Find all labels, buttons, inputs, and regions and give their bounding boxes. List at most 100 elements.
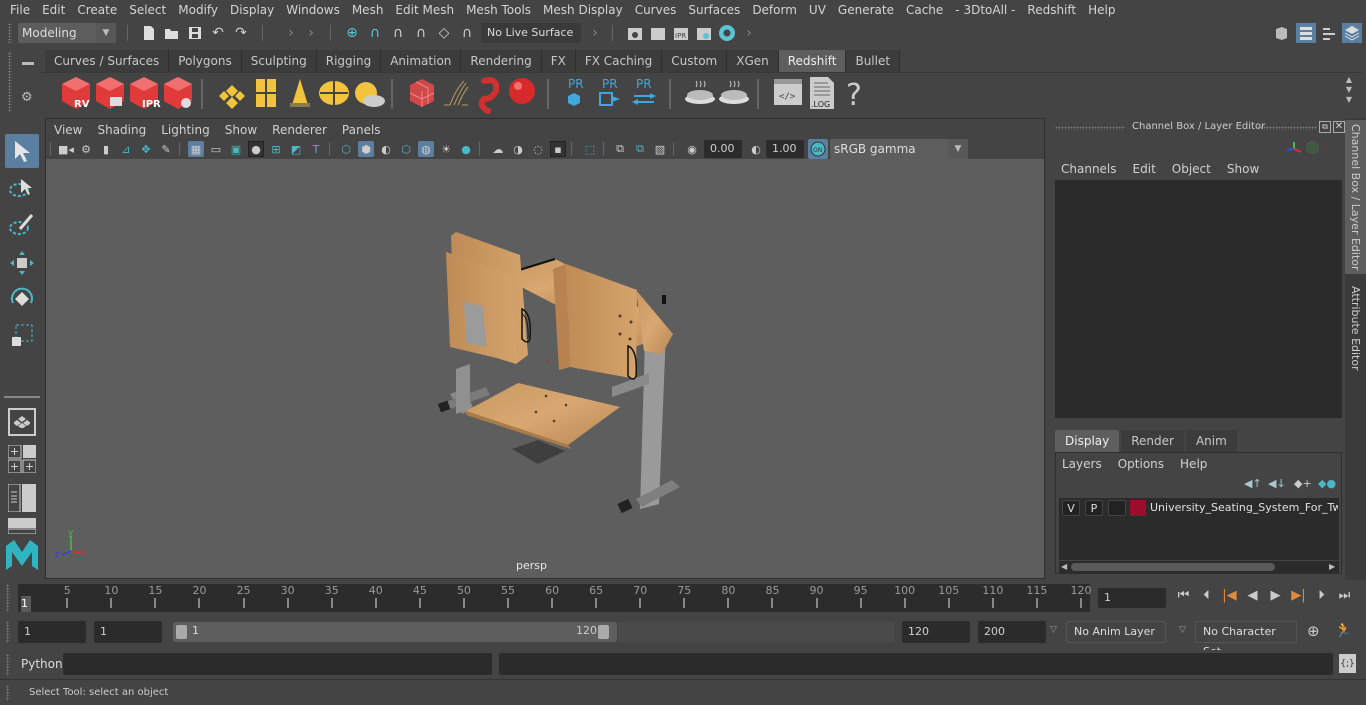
layer-tab-anim[interactable]: Anim <box>1185 430 1237 452</box>
range-grip[interactable] <box>6 621 10 643</box>
character-set-dropdown[interactable]: No Character Set <box>1195 621 1297 658</box>
rs-volume-button[interactable] <box>409 79 435 107</box>
lasso-tool-button[interactable] <box>5 172 39 206</box>
channel-menu-channels[interactable]: Channels <box>1061 162 1117 176</box>
rs-ipr-button[interactable]: IPR <box>130 77 161 110</box>
image-plane-icon[interactable]: ⊿ <box>118 141 134 157</box>
four-view-layout-button[interactable] <box>7 444 37 474</box>
close-icon[interactable]: ✕ <box>1333 121 1345 133</box>
shelf-tab-fx-caching[interactable]: FX Caching <box>575 50 663 72</box>
use-all-lights-icon[interactable]: ☀ <box>438 141 454 157</box>
layer-menu-layers[interactable]: Layers <box>1062 457 1102 471</box>
channel-box-icon[interactable] <box>1342 23 1362 43</box>
anim-layer-dropdown[interactable]: No Anim Layer <box>1066 621 1166 643</box>
resolution-gate-icon[interactable]: ▣ <box>228 141 244 157</box>
rs-sun-sky-button[interactable] <box>355 82 385 107</box>
new-layer-icon[interactable]: ◆+ <box>1294 477 1312 490</box>
bookmark-icon[interactable]: ▮ <box>98 141 114 157</box>
end-time-field[interactable]: 200 <box>978 621 1046 643</box>
menu-uv[interactable]: UV <box>803 0 832 20</box>
float-panel-icon[interactable]: ⧉ <box>1319 121 1331 133</box>
wireframe-icon[interactable]: ⬡ <box>338 141 354 157</box>
menu-generate[interactable]: Generate <box>832 0 900 20</box>
channel-key-icon[interactable]: ⁄ <box>1325 140 1327 154</box>
menu-help[interactable]: Help <box>1082 0 1121 20</box>
gate-mask-icon[interactable]: ● <box>248 141 264 157</box>
smooth-shade-icon[interactable]: ⬢ <box>358 141 374 157</box>
select-tool-button[interactable] <box>5 134 39 168</box>
attribute-editor-icon[interactable] <box>1296 23 1316 43</box>
snap-curve-icon[interactable]: ∩ <box>366 24 384 42</box>
shelf-tab-redshift[interactable]: Redshift <box>778 50 847 72</box>
color-management-toggle[interactable]: ON <box>808 139 828 159</box>
menu-edit[interactable]: Edit <box>36 0 71 20</box>
rs-batch-render-button[interactable] <box>96 77 124 109</box>
viewport-menu-shading[interactable]: Shading <box>97 119 154 139</box>
play-forwards-icon[interactable]: ▶ <box>1266 588 1285 603</box>
color-space-dropdown[interactable]: sRGB gamma ▼ <box>830 139 968 159</box>
script-editor-icon[interactable]: {;} <box>1339 654 1356 673</box>
xray-components-icon[interactable]: ▧ <box>652 141 668 157</box>
rs-proxy-export-button[interactable]: PR <box>568 77 584 106</box>
rs-hair-button[interactable] <box>444 80 469 106</box>
menu-deform[interactable]: Deform <box>746 0 803 20</box>
3d-viewport[interactable]: y x z persp <box>46 159 1044 578</box>
collapse-arrow-icon[interactable]: › <box>740 24 758 42</box>
xray-icon[interactable]: ⧉ <box>612 141 628 157</box>
gamma-field[interactable]: 1.00 <box>766 140 804 158</box>
layer-name[interactable]: University_Seating_System_For_Two_ <box>1150 500 1338 516</box>
layer-color-swatch[interactable] <box>1130 500 1146 516</box>
side-tab-channel-box[interactable]: Channel Box / Layer Editor <box>1345 120 1366 274</box>
menu-mesh[interactable]: Mesh <box>346 0 390 20</box>
camera-icon[interactable]: ■◂ <box>58 141 74 157</box>
depth-of-field-icon[interactable]: ▪ <box>550 141 566 157</box>
range-end-handle[interactable] <box>598 625 609 639</box>
layer-tab-render[interactable]: Render <box>1121 430 1184 452</box>
outliner-persp-layout-button[interactable] <box>7 483 36 513</box>
move-layer-down-icon[interactable]: ◀↓ <box>1268 477 1286 490</box>
menu-mesh-tools[interactable]: Mesh Tools <box>460 0 537 20</box>
layer-visibility-toggle[interactable]: V <box>1062 500 1080 516</box>
snap-view-plane-icon[interactable]: ◇ <box>435 24 453 42</box>
snap-point-icon[interactable]: ∩ <box>389 24 407 42</box>
channel-menu-object[interactable]: Object <box>1172 162 1211 176</box>
layer-scrollbar[interactable]: ◀ ▶ <box>1059 561 1339 573</box>
scroll-right-icon[interactable]: ▶ <box>1329 562 1335 571</box>
collapse-arrow-icon[interactable]: › <box>586 24 604 42</box>
menu-mesh-display[interactable]: Mesh Display <box>537 0 629 20</box>
motion-blur-icon[interactable]: ◑ <box>510 141 526 157</box>
single-perspective-layout-button[interactable] <box>8 408 36 436</box>
animation-preferences-icon[interactable]: 🏃 <box>1334 621 1353 639</box>
time-slider-grip[interactable] <box>6 584 10 612</box>
render-view-icon[interactable] <box>626 24 644 42</box>
field-chart-icon[interactable]: ⊞ <box>268 141 284 157</box>
helpline-grip[interactable] <box>6 685 10 701</box>
step-back-key-icon[interactable]: |◀ <box>1220 588 1239 603</box>
character-set-arrow-icon[interactable]: ▽ <box>1179 625 1186 635</box>
panel-grip[interactable] <box>1055 126 1125 130</box>
make-live-icon[interactable]: ∩ <box>458 24 476 42</box>
redo-icon[interactable]: ↷ <box>232 24 250 42</box>
scale-tool-button[interactable] <box>5 318 39 352</box>
2d-pan-zoom-icon[interactable]: ✥ <box>138 141 154 157</box>
start-time-field[interactable]: 1 <box>18 621 86 643</box>
shelf-tab-rigging[interactable]: Rigging <box>316 50 382 72</box>
go-to-end-icon[interactable]: ⏭ <box>1335 588 1354 603</box>
open-scene-icon[interactable] <box>163 24 181 42</box>
layer-playback-toggle[interactable]: P <box>1085 500 1103 516</box>
modeling-toolkit-icon[interactable] <box>1272 24 1290 42</box>
rotate-tool-button[interactable] <box>5 282 39 316</box>
rs-sphere-button[interactable] <box>509 78 535 104</box>
menu-edit-mesh[interactable]: Edit Mesh <box>389 0 460 20</box>
gamma-icon[interactable]: ◐ <box>748 141 764 157</box>
step-back-frame-icon[interactable]: ⏴ <box>1197 588 1216 603</box>
snap-projected-center-icon[interactable]: ∩ <box>412 24 430 42</box>
rs-help-button[interactable]: ? <box>846 78 862 113</box>
rs-render-settings-button[interactable] <box>164 77 192 109</box>
status-line-grip[interactable] <box>8 23 12 43</box>
anim-layer-arrow-icon[interactable]: ▽ <box>1050 625 1057 635</box>
viewport-menu-renderer[interactable]: Renderer <box>272 119 335 139</box>
shelf-tab-curves-surfaces[interactable]: Curves / Surfaces <box>45 50 170 72</box>
collapse-arrow-icon[interactable]: › <box>302 24 320 42</box>
rs-proxy-convert-button[interactable]: PR <box>632 77 656 105</box>
